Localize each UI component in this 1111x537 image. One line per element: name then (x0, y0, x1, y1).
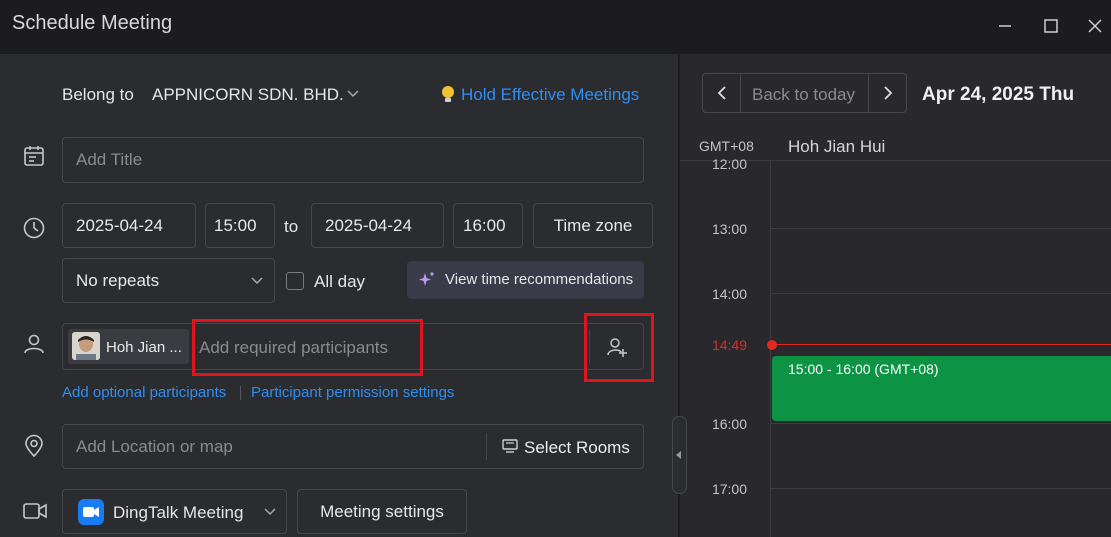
title-placeholder: Add Title (76, 150, 143, 169)
hour-gridline (771, 228, 1111, 229)
participant-permission-settings-link[interactable]: Participant permission settings (251, 384, 454, 401)
start-time-field[interactable]: 15:00 (205, 203, 275, 248)
start-date-field[interactable]: 2025-04-24 (62, 203, 196, 248)
belong-to-label: Belong to (62, 85, 134, 104)
select-rooms-button[interactable]: Select Rooms (524, 438, 630, 458)
hour-label: 14:00 (711, 286, 747, 302)
hold-effective-meetings-link[interactable]: Hold Effective Meetings (461, 85, 639, 105)
all-day-label: All day (314, 272, 366, 291)
to-label: to (284, 217, 299, 236)
prev-day-button[interactable] (703, 74, 740, 112)
maximize-icon[interactable] (1036, 12, 1066, 40)
next-day-button[interactable] (869, 74, 906, 112)
highlight-box-participants (192, 319, 423, 376)
all-day-checkbox[interactable] (286, 272, 304, 290)
calendar-date-title: Apr 24, 2025 Thu (922, 84, 1075, 105)
current-time-line (772, 344, 1111, 345)
hour-label: 16:00 (711, 416, 747, 432)
end-date-field[interactable]: 2025-04-24 (311, 203, 444, 248)
repeat-value: No repeats (76, 270, 160, 290)
hour-gridline (771, 423, 1111, 424)
org-select[interactable]: APPNICORN SDN. BHD. (152, 85, 344, 105)
back-to-today-button[interactable]: Back to today (752, 85, 855, 105)
room-icon (502, 439, 518, 453)
avatar (72, 332, 100, 360)
window-title: Schedule Meeting (12, 12, 173, 34)
hour-gridline (771, 488, 1111, 489)
hour-gridline (771, 293, 1111, 294)
dingtalk-meeting-icon (78, 499, 104, 525)
title-input[interactable]: Add Title (62, 137, 644, 183)
link-divider (240, 386, 241, 400)
chevron-down-icon[interactable] (346, 87, 360, 101)
nav-divider (740, 74, 741, 112)
caret-left-icon[interactable] (676, 451, 682, 459)
repeat-select[interactable]: No repeats (62, 258, 275, 303)
hour-label: 17:00 (711, 481, 747, 497)
chevron-down-icon[interactable] (250, 274, 264, 288)
add-optional-participants-link[interactable]: Add optional participants (62, 384, 226, 401)
end-time-field[interactable]: 16:00 (453, 203, 523, 248)
close-icon[interactable] (1080, 12, 1110, 40)
person-icon (22, 332, 46, 356)
person-column-header: Hoh Jian Hui (788, 137, 886, 156)
minimize-icon[interactable] (990, 12, 1020, 40)
location-pin-icon (22, 434, 46, 458)
meeting-settings-button[interactable]: Meeting settings (297, 489, 467, 534)
highlight-box-add-button (584, 313, 654, 382)
view-time-recommendations-label: View time recommendations (445, 271, 634, 288)
location-placeholder: Add Location or map (76, 436, 233, 456)
chevron-down-icon[interactable] (263, 505, 277, 519)
location-divider (486, 433, 487, 460)
calendar-icon (22, 144, 46, 168)
video-camera-icon (22, 500, 48, 522)
participant-chip-name: Hoh Jian ... (106, 339, 182, 356)
meeting-app-value: DingTalk Meeting (113, 503, 244, 522)
event-time-label: 15:00 - 16:00 (GMT+08) (788, 361, 939, 377)
clock-icon (22, 216, 46, 240)
current-time-dot (767, 340, 777, 350)
sparkle-icon (418, 271, 436, 289)
time-zone-button[interactable]: Time zone (533, 203, 653, 248)
timezone-label: GMT+08 (699, 138, 754, 154)
lightbulb-icon (440, 85, 456, 105)
hour-label: 13:00 (711, 221, 747, 237)
current-time-label: 14:49 (711, 337, 747, 353)
hour-label: 12:00 (711, 156, 747, 172)
